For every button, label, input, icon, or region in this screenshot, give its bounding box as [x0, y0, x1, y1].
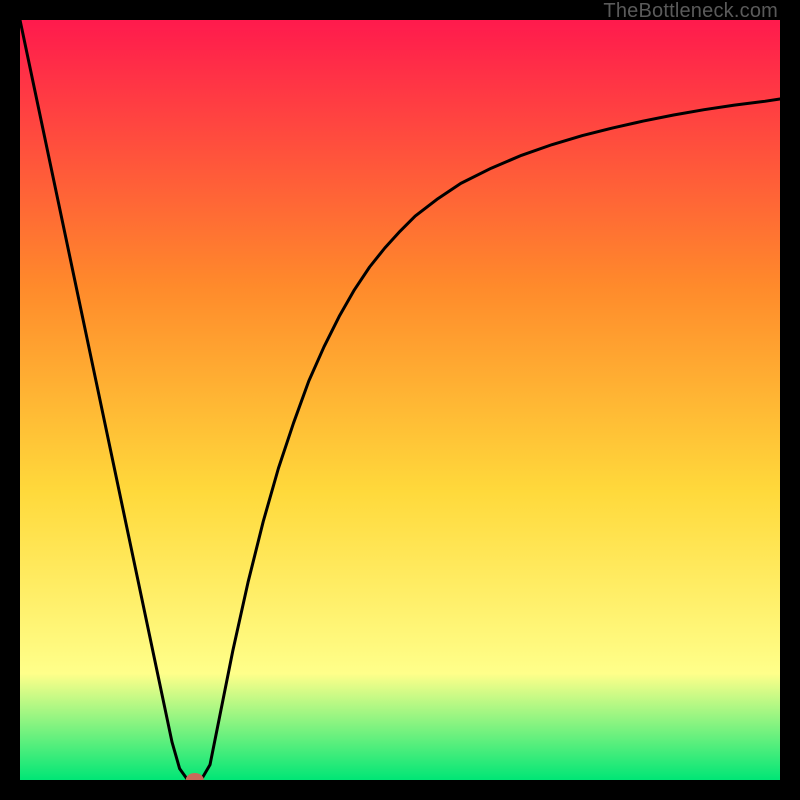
gradient-background: [20, 20, 780, 780]
bottleneck-chart: [20, 20, 780, 780]
chart-frame: TheBottleneck.com: [0, 0, 800, 800]
